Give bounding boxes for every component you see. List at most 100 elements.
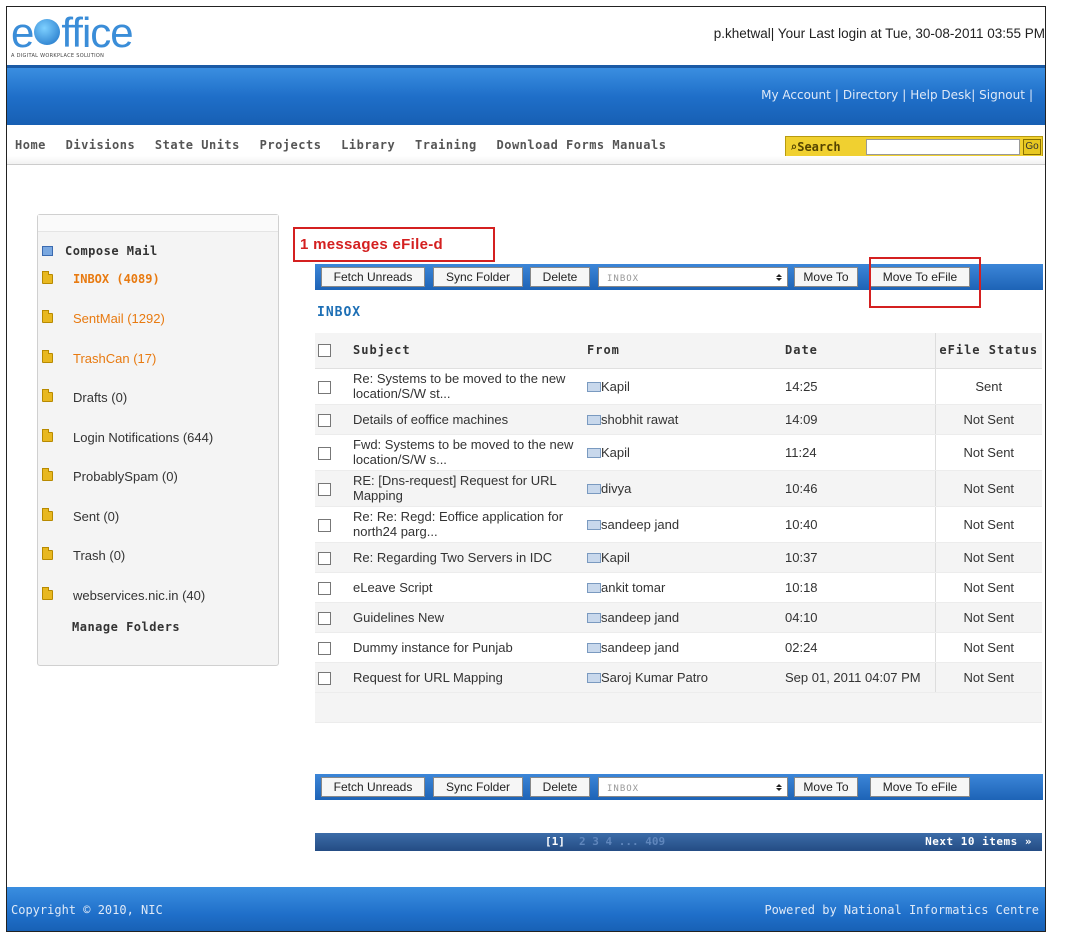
menu-divisions[interactable]: Divisions — [66, 138, 136, 152]
eoffice-logo[interactable]: e ffice A DIGITAL WORKPLACE SOLUTION — [11, 11, 141, 71]
efile-status: Not Sent — [934, 542, 1042, 573]
row-checkbox[interactable] — [318, 380, 331, 394]
my-account-link[interactable]: My Account — [761, 88, 831, 102]
row-checkbox[interactable] — [318, 581, 331, 595]
menu-projects[interactable]: Projects — [260, 138, 322, 152]
menu-state-units[interactable]: State Units — [155, 138, 240, 152]
move-to-button[interactable]: Move To — [794, 267, 858, 287]
subject-header[interactable]: Subject — [353, 333, 587, 369]
row-checkbox[interactable] — [318, 671, 331, 685]
current-page: [1] — [545, 835, 565, 848]
sync-folder-button[interactable]: Sync Folder — [433, 777, 523, 797]
table-row[interactable]: Re: Regarding Two Servers in IDC Kapil 1… — [315, 542, 1042, 573]
message-subject[interactable]: eLeave Script — [353, 572, 587, 603]
message-from[interactable]: ankit tomar — [587, 572, 785, 603]
table-row[interactable]: Guidelines New sandeep jand 04:10 Not Se… — [315, 602, 1042, 633]
go-button[interactable]: Go — [1023, 139, 1041, 155]
from-header[interactable]: From — [587, 333, 785, 369]
row-checkbox[interactable] — [318, 482, 331, 496]
next-items-link[interactable]: Next 10 items » — [925, 835, 1032, 848]
folder-sentmail[interactable]: SentMail (1292) — [42, 308, 165, 328]
move-to-button[interactable]: Move To — [794, 777, 858, 797]
efile-status: Not Sent — [934, 632, 1042, 663]
message-subject[interactable]: Request for URL Mapping — [353, 662, 587, 693]
delete-button[interactable]: Delete — [530, 777, 590, 797]
message-subject[interactable]: Dummy instance for Punjab — [353, 632, 587, 663]
message-from[interactable]: shobhit rawat — [587, 404, 785, 435]
contact-card-icon — [587, 483, 601, 494]
table-header-row: Subject From Date eFile Status — [315, 333, 1042, 369]
signout-link[interactable]: Signout — [979, 88, 1025, 102]
date-header[interactable]: Date — [785, 333, 935, 369]
fetch-unreads-button[interactable]: Fetch Unreads — [321, 267, 425, 287]
table-row[interactable]: Fwd: Systems to be moved to the new loca… — [315, 434, 1042, 471]
select-all-cell — [315, 333, 353, 369]
contact-card-icon — [587, 414, 601, 425]
fetch-unreads-button[interactable]: Fetch Unreads — [321, 777, 425, 797]
message-subject[interactable]: Fwd: Systems to be moved to the new loca… — [353, 434, 587, 471]
folder-login-notifications[interactable]: Login Notifications (644) — [42, 427, 213, 447]
sync-folder-button[interactable]: Sync Folder — [433, 267, 523, 287]
compose-mail-link[interactable]: Compose Mail — [42, 241, 158, 261]
table-row[interactable]: RE: [Dns-request] Request for URL Mappin… — [315, 470, 1042, 507]
folder-title: INBOX — [317, 305, 362, 320]
message-subject[interactable]: Details of eoffice machines — [353, 404, 587, 435]
message-subject[interactable]: Re: Systems to be moved to the new locat… — [353, 368, 587, 405]
message-subject[interactable]: Re: Regarding Two Servers in IDC — [353, 542, 587, 573]
table-row[interactable]: Dummy instance for Punjab sandeep jand 0… — [315, 632, 1042, 663]
message-date: 14:09 — [785, 404, 935, 435]
message-subject[interactable]: RE: [Dns-request] Request for URL Mappin… — [353, 470, 587, 507]
message-from[interactable]: sandeep jand — [587, 632, 785, 663]
menu-training[interactable]: Training — [415, 138, 477, 152]
folder-drafts[interactable]: Drafts (0) — [42, 387, 127, 407]
help-desk-link[interactable]: Help Desk| — [910, 88, 975, 102]
message-subject[interactable]: Guidelines New — [353, 602, 587, 633]
row-checkbox[interactable] — [318, 446, 331, 460]
move-to-efile-button[interactable]: Move To eFile — [870, 777, 970, 797]
table-row[interactable]: eLeave Script ankit tomar 10:18 Not Sent — [315, 572, 1042, 603]
page-links[interactable]: 2 3 4 ... 409 — [579, 835, 665, 848]
menu-library[interactable]: Library — [341, 138, 395, 152]
table-row[interactable]: Re: Re: Regd: Eoffice application for no… — [315, 506, 1042, 543]
table-row[interactable]: Details of eoffice machines shobhit rawa… — [315, 404, 1042, 435]
link-separator: | — [834, 88, 839, 102]
message-from[interactable]: Kapil — [587, 434, 785, 471]
message-date: Sep 01, 2011 04:07 PM — [785, 662, 935, 693]
table-row[interactable]: Re: Systems to be moved to the new locat… — [315, 368, 1042, 405]
folder-sent[interactable]: Sent (0) — [42, 506, 119, 526]
row-checkbox[interactable] — [318, 641, 331, 655]
menu-download-forms-manuals[interactable]: Download Forms Manuals — [497, 138, 667, 152]
message-date: 14:25 — [785, 368, 935, 405]
delete-button[interactable]: Delete — [530, 267, 590, 287]
contact-card-icon — [587, 519, 601, 530]
select-all-checkbox[interactable] — [318, 344, 331, 358]
link-separator: | — [1028, 88, 1033, 102]
folder-probablyspam[interactable]: ProbablySpam (0) — [42, 466, 178, 486]
message-subject[interactable]: Re: Re: Regd: Eoffice application for no… — [353, 506, 587, 543]
contact-card-icon — [587, 612, 601, 623]
search-input[interactable] — [866, 139, 1020, 155]
folder-icon — [42, 468, 53, 481]
folder-inbox[interactable]: INBOX (4089) — [42, 269, 160, 289]
row-checkbox[interactable] — [318, 413, 331, 427]
logo-text: e ffice — [11, 9, 134, 56]
directory-link[interactable]: Directory — [843, 88, 898, 102]
table-row[interactable]: Request for URL Mapping Saroj Kumar Patr… — [315, 662, 1042, 693]
message-from[interactable]: sandeep jand — [587, 602, 785, 633]
folder-select[interactable]: INBOX — [598, 267, 788, 287]
message-date: 04:10 — [785, 602, 935, 633]
folder-trashcan[interactable]: TrashCan (17) — [42, 348, 156, 368]
folder-trash[interactable]: Trash (0) — [42, 545, 125, 565]
folder-webservices[interactable]: webservices.nic.in (40) — [42, 585, 205, 605]
message-from[interactable]: Kapil — [587, 368, 785, 405]
folder-select[interactable]: INBOX — [598, 777, 788, 797]
message-from[interactable]: divya — [587, 470, 785, 507]
message-from[interactable]: sandeep jand — [587, 506, 785, 543]
row-checkbox[interactable] — [318, 551, 331, 565]
row-checkbox[interactable] — [318, 611, 331, 625]
manage-folders-link[interactable]: Manage Folders — [72, 617, 180, 637]
message-from[interactable]: Saroj Kumar Patro — [587, 662, 785, 693]
menu-home[interactable]: Home — [15, 138, 46, 152]
row-checkbox[interactable] — [318, 518, 331, 532]
message-from[interactable]: Kapil — [587, 542, 785, 573]
